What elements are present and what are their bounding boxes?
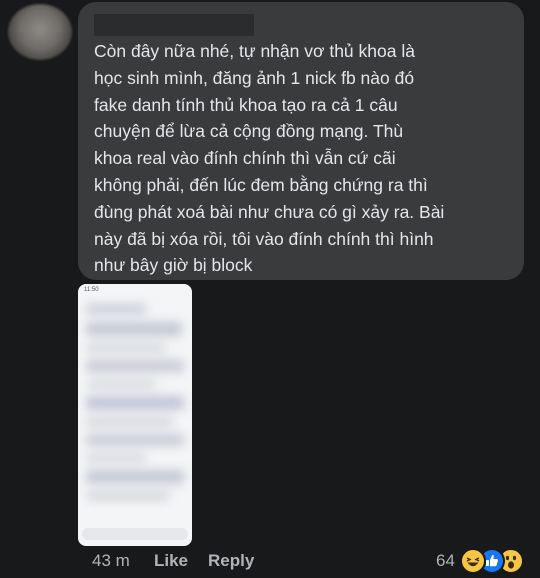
like-button[interactable]: Like <box>154 551 188 571</box>
reaction-count[interactable]: 64 <box>436 551 455 571</box>
comment-timestamp[interactable]: 43 m <box>92 551 130 571</box>
phone-status-bar: 11:50 <box>84 287 99 293</box>
author-name-redacted[interactable] <box>94 14 254 36</box>
reply-button[interactable]: Reply <box>208 551 254 571</box>
attached-screenshot[interactable]: 11:50 <box>78 284 192 546</box>
author-avatar[interactable] <box>8 4 72 60</box>
comment-bubble: Còn đây nữa nhé, tự nhận vơ thủ khoa là … <box>78 2 524 280</box>
phone-comment-input <box>82 528 188 540</box>
haha-icon[interactable] <box>460 548 486 574</box>
blurred-content <box>78 284 192 546</box>
comment-text: Còn đây nữa nhé, tự nhận vơ thủ khoa là … <box>94 41 445 276</box>
